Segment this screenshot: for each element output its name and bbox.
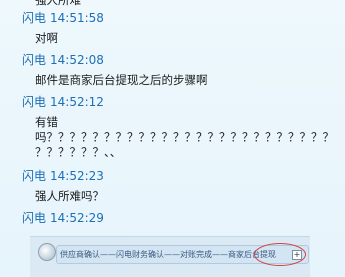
message-sender: 闪电 [22,211,47,225]
avatar [38,243,56,261]
message-sender: 闪电 [22,53,47,67]
message-text: 有错 吗？？？？？？？？？？？？？？？？？？？？？？？？？ ？？？？？？、、 [35,115,334,159]
message-text: 对啊 [35,31,58,45]
plus-icon: + [292,250,302,260]
message-header: 闪电 14:52:08 [22,52,104,68]
message-time: 14:52:08 [50,53,104,67]
message-header: 闪电 14:52:12 [22,94,104,110]
clipped-message-text: 强人所难 [35,0,81,7]
chat-history[interactable]: 强人所难 闪电 14:51:58 对啊 闪电 14:52:08 邮件是商家后台提现之… [0,0,345,277]
message-header: 闪电 14:52:23 [22,168,104,184]
message-time: 14:52:12 [50,95,104,109]
message-header: 闪电 14:52:29 [22,210,104,226]
message-text: 邮件是商家后台提现之后的步骤啊 [35,73,208,87]
message-header: 闪电 14:51:58 [22,10,104,26]
message-time: 14:52:29 [50,211,104,225]
message-time: 14:52:23 [50,169,104,183]
image-message[interactable]: 供应商确认——闪电财务确认——对账完成——商家后台提现 + [30,236,310,277]
message-time: 14:51:58 [50,11,104,25]
message-sender: 闪电 [22,11,47,25]
message-sender: 闪电 [22,169,47,183]
message-sender: 闪电 [22,95,47,109]
message-text: 强人所难吗？ [35,189,104,203]
